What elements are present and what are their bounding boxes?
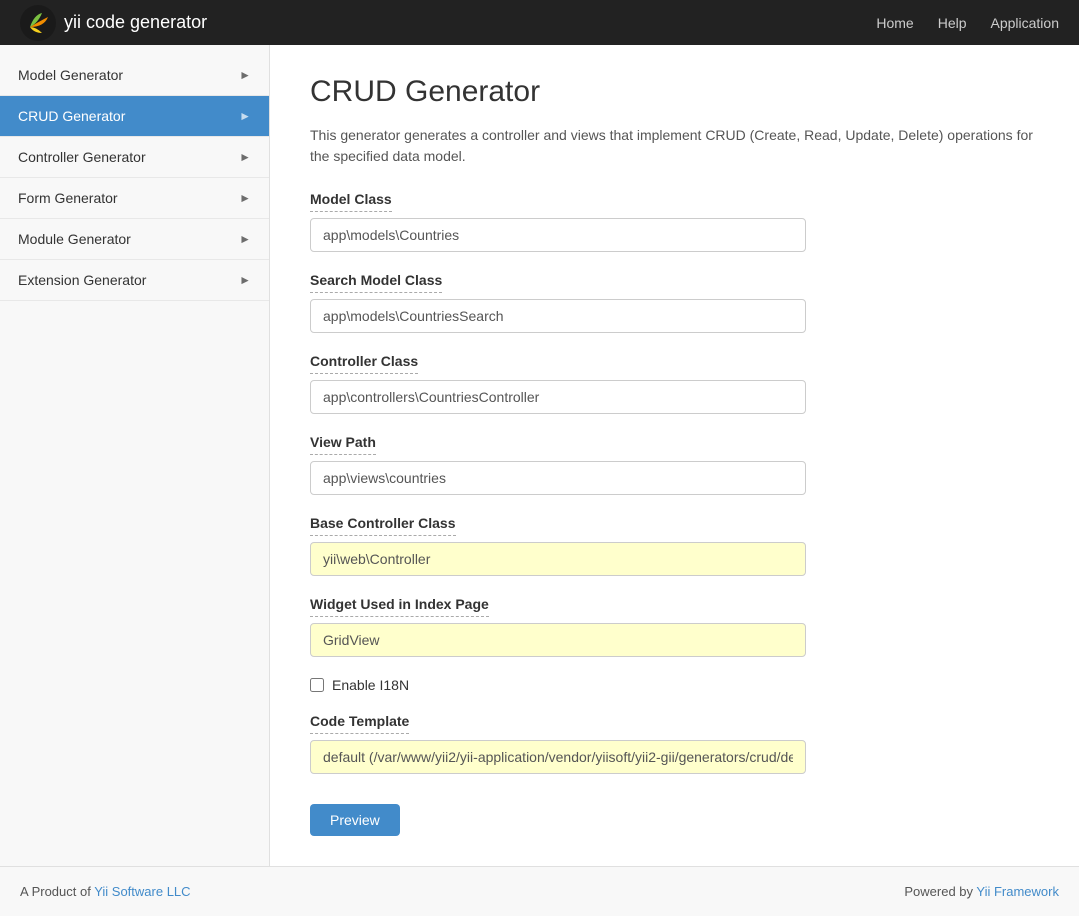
model-class-label: Model Class <box>310 191 392 212</box>
sidebar-item-module-generator[interactable]: Module Generator ► <box>0 219 269 260</box>
sidebar-item-extension-generator[interactable]: Extension Generator ► <box>0 260 269 301</box>
chevron-right-icon: ► <box>239 150 251 164</box>
header: yii code generator Home Help Application <box>0 0 1079 45</box>
footer: A Product of Yii Software LLC Powered by… <box>0 866 1079 916</box>
base-controller-class-label: Base Controller Class <box>310 515 456 536</box>
model-class-group: Model Class <box>310 191 1039 252</box>
main-container: Model Generator ► CRUD Generator ► Contr… <box>0 45 1079 866</box>
enable-i18n-group: Enable I18N <box>310 677 1039 693</box>
sidebar-item-label: Extension Generator <box>18 272 146 288</box>
controller-class-input[interactable] <box>310 380 806 414</box>
controller-class-label: Controller Class <box>310 353 418 374</box>
chevron-right-icon: ► <box>239 68 251 82</box>
sidebar-item-label: CRUD Generator <box>18 108 125 124</box>
view-path-group: View Path <box>310 434 1039 495</box>
search-model-class-group: Search Model Class <box>310 272 1039 333</box>
base-controller-class-group: Base Controller Class <box>310 515 1039 576</box>
widget-index-page-group: Widget Used in Index Page <box>310 596 1039 657</box>
enable-i18n-label: Enable I18N <box>332 677 409 693</box>
page-description: This generator generates a controller an… <box>310 125 1039 167</box>
code-template-label: Code Template <box>310 713 409 734</box>
sidebar-item-model-generator[interactable]: Model Generator ► <box>0 55 269 96</box>
sidebar-item-label: Controller Generator <box>18 149 146 165</box>
content-area: CRUD Generator This generator generates … <box>270 45 1079 866</box>
sidebar-item-label: Module Generator <box>18 231 131 247</box>
footer-left: A Product of Yii Software LLC <box>20 884 191 899</box>
view-path-label: View Path <box>310 434 376 455</box>
page-title: CRUD Generator <box>310 75 1039 109</box>
base-controller-class-input[interactable] <box>310 542 806 576</box>
sidebar-item-label: Model Generator <box>18 67 123 83</box>
chevron-right-icon: ► <box>239 191 251 205</box>
chevron-right-icon: ► <box>239 273 251 287</box>
nav-application[interactable]: Application <box>991 15 1060 31</box>
sidebar-item-form-generator[interactable]: Form Generator ► <box>0 178 269 219</box>
yii-logo-icon <box>20 5 56 41</box>
widget-index-page-label: Widget Used in Index Page <box>310 596 489 617</box>
chevron-right-icon: ► <box>239 232 251 246</box>
nav-home[interactable]: Home <box>876 15 913 31</box>
footer-yii-software-link[interactable]: Yii Software LLC <box>94 884 190 899</box>
logo-text: yii code generator <box>64 12 207 33</box>
enable-i18n-checkbox[interactable] <box>310 678 324 692</box>
search-model-class-label: Search Model Class <box>310 272 442 293</box>
sidebar-item-crud-generator[interactable]: CRUD Generator ► <box>0 96 269 137</box>
logo: yii code generator <box>20 5 207 41</box>
sidebar-item-label: Form Generator <box>18 190 118 206</box>
preview-button[interactable]: Preview <box>310 804 400 836</box>
controller-class-group: Controller Class <box>310 353 1039 414</box>
model-class-input[interactable] <box>310 218 806 252</box>
sidebar: Model Generator ► CRUD Generator ► Contr… <box>0 45 270 866</box>
nav-help[interactable]: Help <box>938 15 967 31</box>
widget-index-page-input[interactable] <box>310 623 806 657</box>
chevron-right-icon: ► <box>239 109 251 123</box>
search-model-class-input[interactable] <box>310 299 806 333</box>
code-template-group: Code Template <box>310 713 1039 774</box>
footer-yii-framework-link[interactable]: Yii Framework <box>976 884 1059 899</box>
header-nav: Home Help Application <box>876 15 1059 31</box>
sidebar-item-controller-generator[interactable]: Controller Generator ► <box>0 137 269 178</box>
footer-right: Powered by Yii Framework <box>904 884 1059 899</box>
code-template-input[interactable] <box>310 740 806 774</box>
view-path-input[interactable] <box>310 461 806 495</box>
